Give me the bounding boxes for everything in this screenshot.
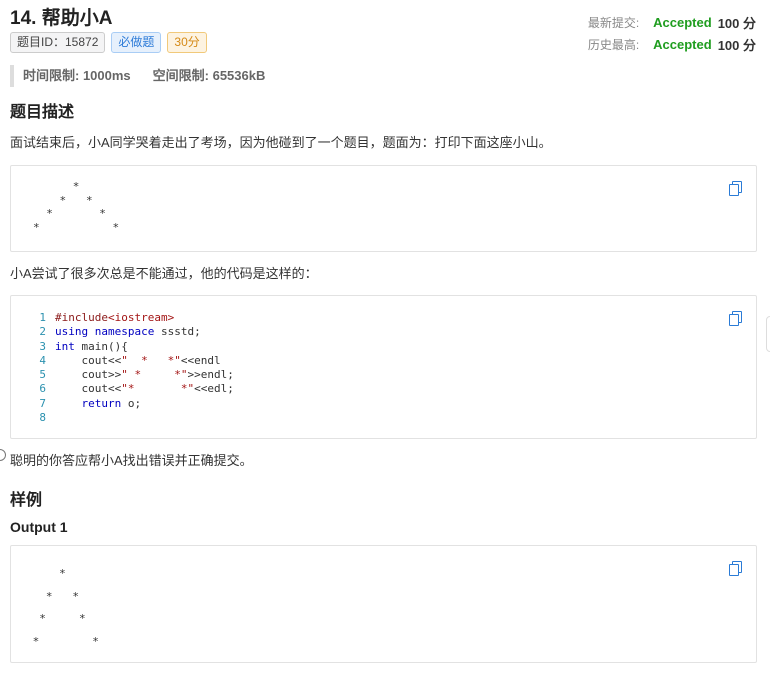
- sample-heading: 样例: [10, 492, 43, 509]
- code-line: 3 int main(){: [11, 340, 234, 354]
- line-number: 6: [39, 382, 46, 396]
- description-middle: 小A尝试了很多次总是不能通过，他的代码是这样的：: [10, 266, 318, 281]
- best-score: 100 分: [717, 38, 756, 53]
- code-line: 4 cout<<" * *"<<endl: [11, 354, 234, 368]
- code-line-text: #include<iostream>: [55, 311, 175, 324]
- problem-id-badge: 题目ID：15872: [10, 32, 106, 53]
- latest-score: 100 分: [717, 16, 756, 31]
- code-line: 1 #include<iostream>: [11, 311, 234, 325]
- memory-limit: 空间限制: 65536kB: [152, 68, 266, 83]
- code-line: 5 cout>>" * *">>endl;: [11, 368, 234, 382]
- line-number: 7: [39, 396, 46, 410]
- code-line-text: cout<<"* *"<<edl;: [55, 382, 234, 396]
- line-number: 3: [39, 339, 46, 353]
- mountain-text: * * * * * * *: [33, 180, 120, 234]
- line-number: 2: [39, 325, 46, 339]
- code-line-text: int main(){: [55, 339, 128, 353]
- code-line-text: return o;: [81, 396, 142, 410]
- code-line: 2 using namespace ssstd;: [11, 325, 234, 339]
- code-line-text: using namespace ssstd;: [55, 325, 201, 339]
- submission-stats: 最新提交: Accepted 100 分 历史最高: Accepted 100 …: [588, 12, 756, 56]
- limits-bar: 时间限制: 1000ms 空间限制: 65536kB: [10, 65, 265, 87]
- output-label: Output 1: [10, 519, 68, 535]
- best-submission-row: 历史最高: Accepted 100 分: [588, 34, 756, 55]
- best-status[interactable]: Accepted: [653, 37, 712, 52]
- code-line-text: cout<<" * *"<<endl: [55, 353, 221, 367]
- sample-output-text: * * * * * * *: [32, 567, 99, 648]
- code-lines: 1 #include<iostream> 2 using namespace s…: [11, 311, 234, 425]
- description-outro: 聪明的你答应帮小A找出错误并正确提交。: [10, 453, 253, 468]
- line-number: 4: [39, 353, 46, 367]
- page-title: 14. 帮助小A: [10, 8, 113, 29]
- copy-icon[interactable]: [729, 311, 742, 326]
- mountain-block: * * * * * * *: [10, 165, 757, 252]
- sample-output-block: * * * * * * *: [10, 545, 757, 663]
- line-number: 8: [39, 411, 46, 425]
- radio-indicator-icon: [0, 449, 6, 461]
- code-line: 8: [11, 411, 234, 425]
- problem-tags: 题目ID：15872 必做题 30分: [10, 32, 207, 53]
- code-line: 7 return o;: [11, 397, 234, 411]
- copy-icon[interactable]: [729, 181, 742, 196]
- side-scroll-handle[interactable]: [766, 316, 770, 352]
- latest-status[interactable]: Accepted: [653, 15, 712, 30]
- code-line: 6 cout<<"* *"<<edl;: [11, 382, 234, 396]
- description-heading: 题目描述: [10, 104, 75, 121]
- latest-submission-label: 最新提交:: [587, 16, 640, 30]
- time-limit: 时间限制: 1000ms: [23, 68, 131, 83]
- line-number: 5: [39, 368, 46, 382]
- code-block: 1 #include<iostream> 2 using namespace s…: [10, 295, 757, 439]
- score-badge: 30分: [167, 32, 207, 53]
- description-intro: 面试结束后，小A同学哭着走出了考场，因为他碰到了一个题目，题面为：打印下面这座小…: [10, 135, 552, 150]
- best-submission-label: 历史最高:: [587, 38, 640, 52]
- latest-submission-row: 最新提交: Accepted 100 分: [588, 12, 756, 33]
- line-number: 1: [39, 311, 46, 324]
- copy-icon[interactable]: [729, 561, 742, 576]
- code-line-text: cout>>" * *">>endl;: [55, 368, 234, 382]
- required-badge: 必做题: [111, 32, 162, 53]
